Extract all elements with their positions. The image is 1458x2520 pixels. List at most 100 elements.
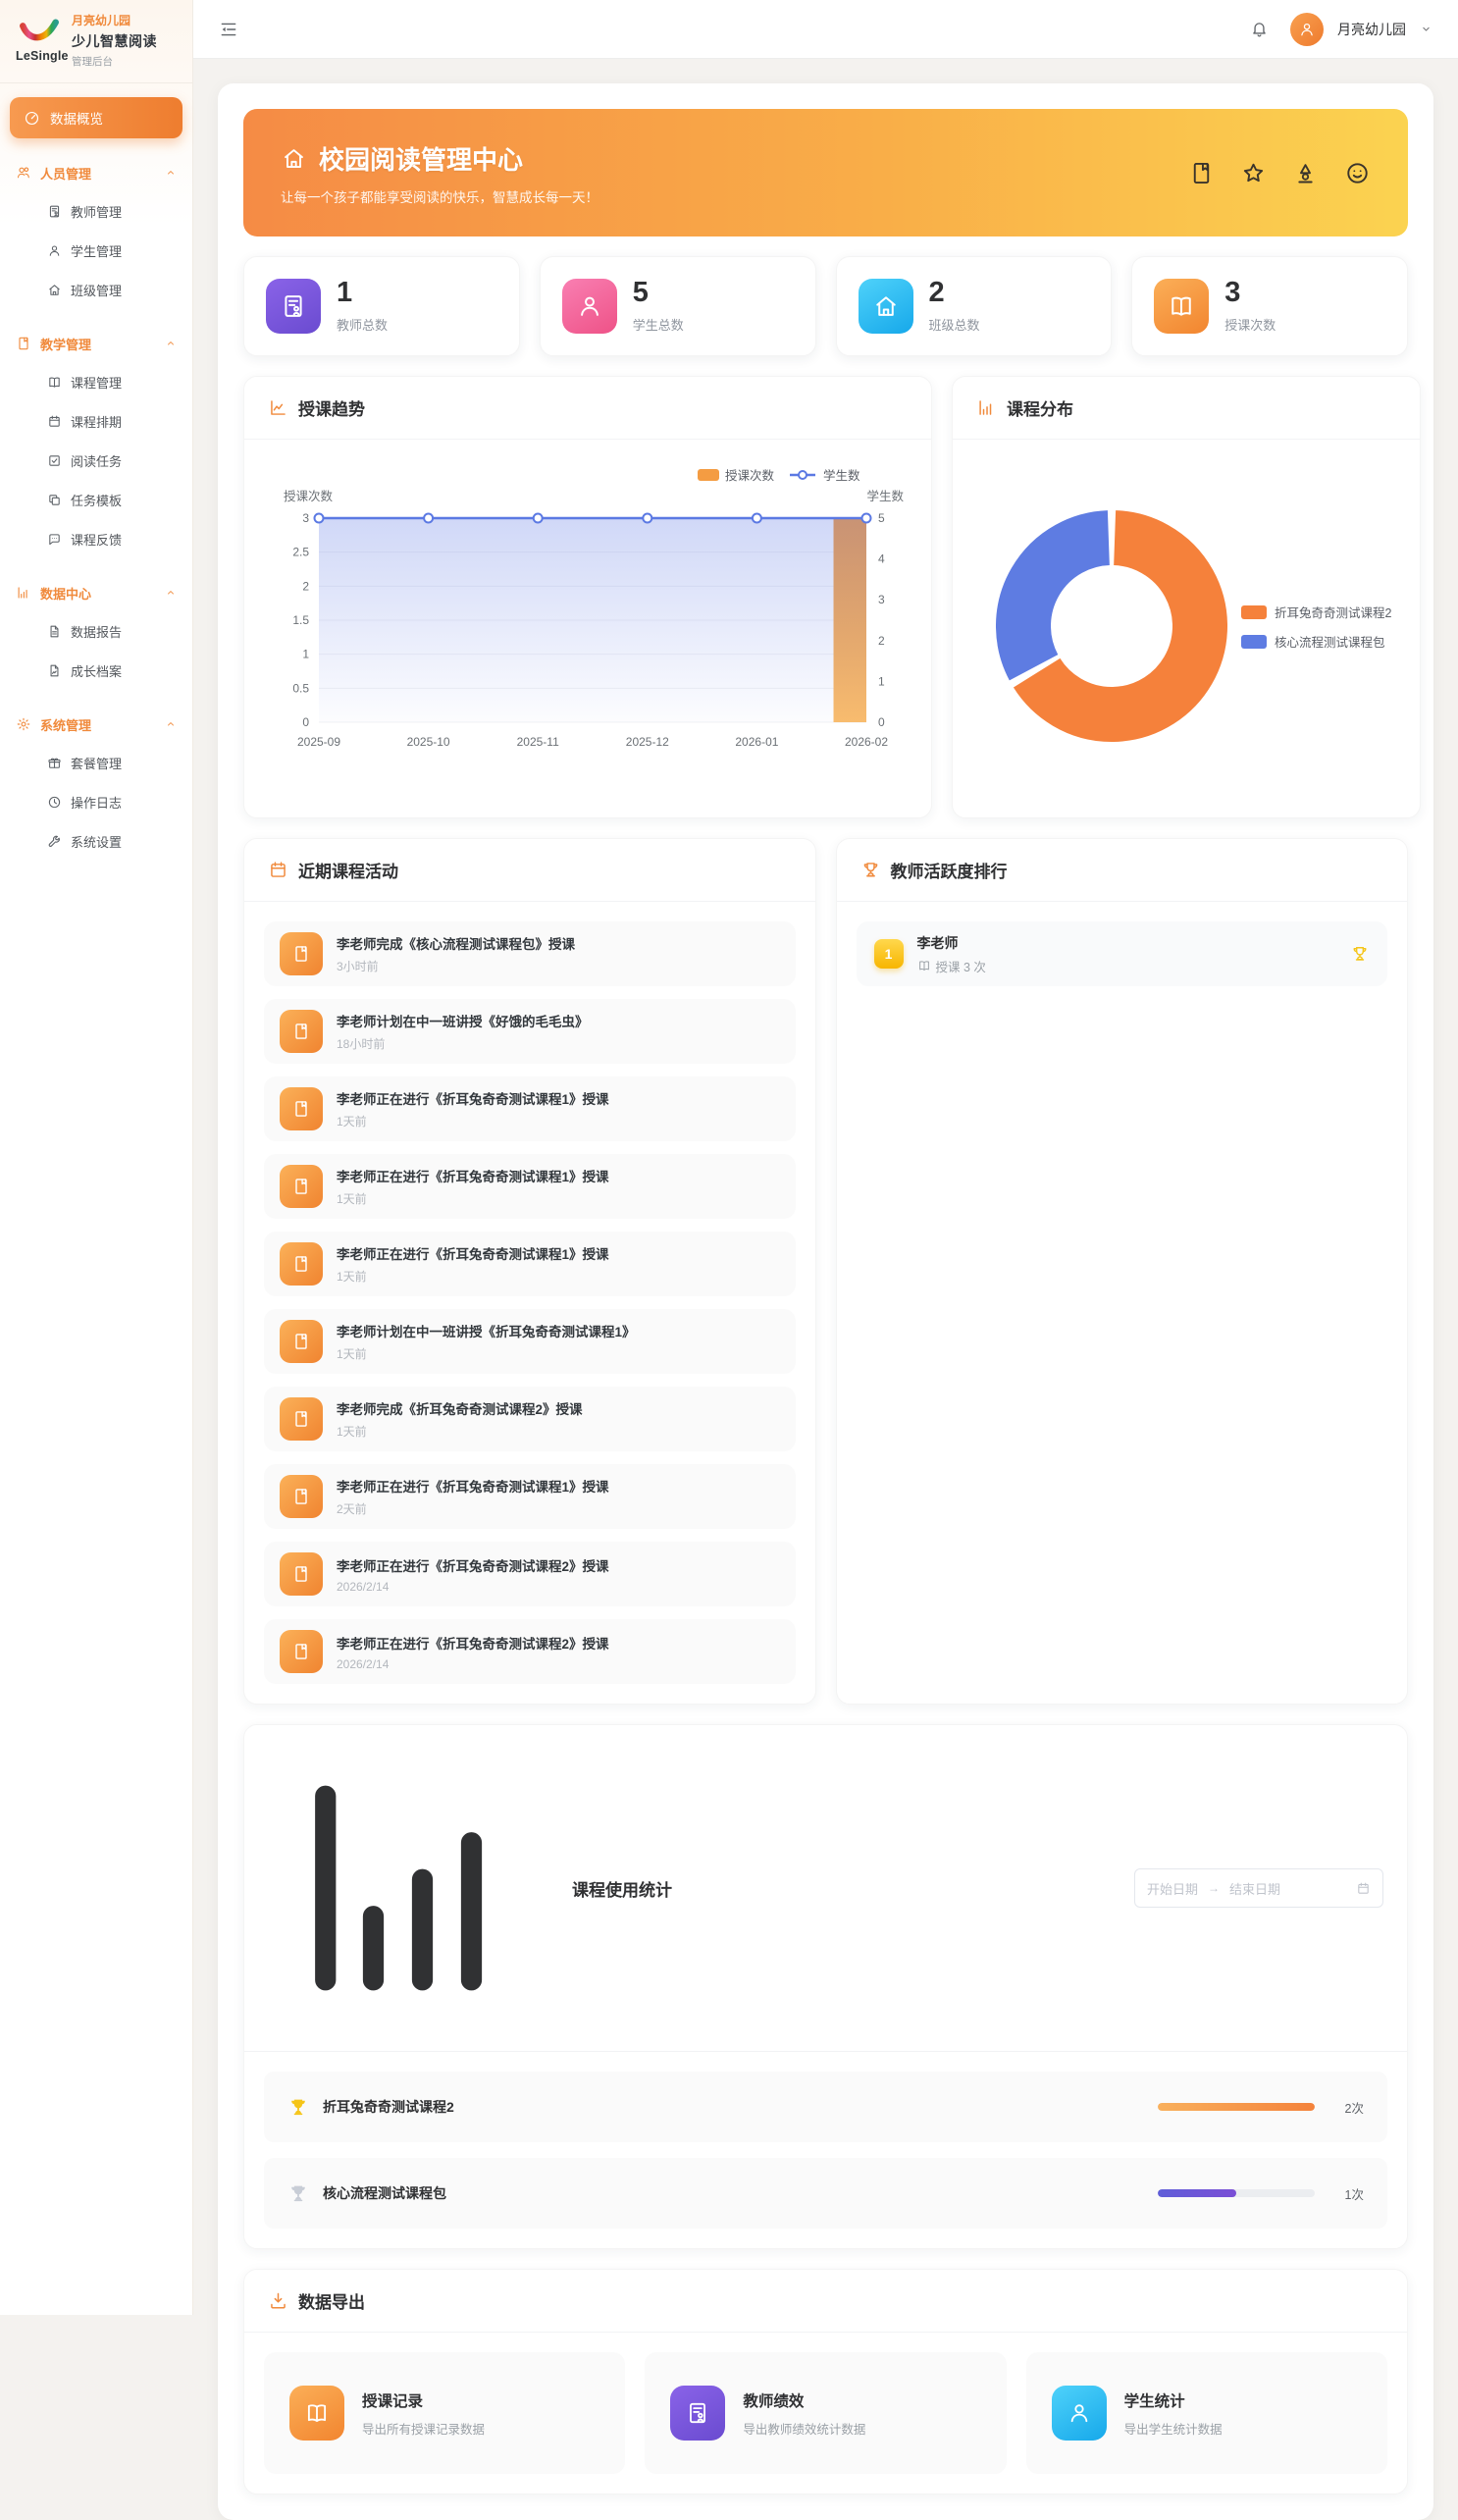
doc-icon: [47, 624, 62, 639]
calendar-icon: [47, 414, 62, 429]
sidebar-item[interactable]: 阅读任务: [10, 441, 182, 480]
sidebar-item-overview[interactable]: 数据概览: [10, 97, 182, 138]
sidebar-item-label: 成长档案: [71, 661, 122, 680]
bar-chart-icon: [16, 585, 31, 601]
svg-text:核心流程测试课程包: 核心流程测试课程包: [1275, 635, 1385, 650]
stat-label: 授课次数: [1224, 315, 1276, 334]
export-title: 教师绩效: [743, 2389, 865, 2411]
user-name[interactable]: 月亮幼儿园: [1337, 20, 1406, 39]
book-open-icon: [304, 2400, 330, 2426]
ranking-list: 1李老师授课 3 次: [837, 902, 1408, 1006]
book-icon: [291, 944, 311, 964]
sidebar-item[interactable]: 成长档案: [10, 651, 182, 690]
activity-item[interactable]: 李老师正在进行《折耳兔奇奇测试课程1》授课2天前: [264, 1464, 796, 1529]
activity-item[interactable]: 李老师正在进行《折耳兔奇奇测试课程2》授课2026/2/14: [264, 1619, 796, 1684]
activity-item[interactable]: 李老师正在进行《折耳兔奇奇测试课程1》授课1天前: [264, 1076, 796, 1141]
export-card[interactable]: 学生统计导出学生统计数据: [1026, 2352, 1387, 2474]
svg-text:学生数: 学生数: [866, 489, 904, 503]
book-icon: [1188, 160, 1215, 186]
usage-rows: 折耳兔奇奇测试课程22次核心流程测试课程包1次: [244, 2052, 1407, 2248]
collapse-sidebar-icon[interactable]: [219, 20, 238, 39]
home-icon: [872, 292, 900, 320]
sidebar-item[interactable]: 学生管理: [10, 231, 182, 270]
activity-item[interactable]: 李老师完成《核心流程测试课程包》授课3小时前: [264, 921, 796, 986]
sidebar-item[interactable]: 班级管理: [10, 270, 182, 309]
stat-label: 学生总数: [633, 315, 684, 334]
sidebar-item[interactable]: 课程反馈: [10, 519, 182, 558]
sidebar-item-label: 教师管理: [71, 202, 122, 221]
svg-text:0: 0: [302, 715, 309, 729]
activity-icon: [280, 1087, 323, 1130]
book-icon: [291, 1332, 311, 1351]
stat-icon: [562, 279, 617, 334]
sidebar-item[interactable]: 操作日志: [10, 782, 182, 821]
sidebar-section-head[interactable]: 人员管理: [10, 154, 182, 191]
export-title: 学生统计: [1124, 2389, 1223, 2411]
brand: LeSingle 月亮幼儿园 少儿智慧阅读 管理后台: [0, 0, 192, 83]
activity-text: 李老师正在进行《折耳兔奇奇测试课程1》授课: [337, 1166, 609, 1185]
sidebar-section-head[interactable]: 教学管理: [10, 325, 182, 362]
activity-time: 1天前: [337, 1113, 609, 1129]
activity-item[interactable]: 李老师正在进行《折耳兔奇奇测试课程1》授课1天前: [264, 1232, 796, 1296]
activity-item[interactable]: 李老师计划在中一班讲授《好饿的毛毛虫》18小时前: [264, 999, 796, 1064]
calendar-icon: [268, 860, 288, 880]
stat-label: 教师总数: [337, 315, 388, 334]
date-range-picker[interactable]: 开始日期 → 结束日期: [1134, 1868, 1383, 1908]
svg-text:授课次数: 授课次数: [725, 468, 775, 483]
id-card-icon: [685, 2400, 710, 2426]
usage-bar-track: [1158, 2103, 1315, 2111]
section-label: 教学管理: [40, 335, 91, 353]
trend-chart-card: 授课趋势 32.521.510.505432102025-092025-1020…: [243, 376, 932, 818]
gift-icon: [47, 756, 62, 770]
stat-icon: [266, 279, 321, 334]
course-name: 折耳兔奇奇测试课程2: [323, 2097, 454, 2117]
sidebar-item[interactable]: 系统设置: [10, 821, 182, 861]
sidebar-section-head[interactable]: 系统管理: [10, 706, 182, 743]
sidebar-item[interactable]: 数据报告: [10, 611, 182, 651]
sidebar-item[interactable]: 任务模板: [10, 480, 182, 519]
sidebar-item-label: 课程反馈: [71, 530, 122, 549]
activity-text: 李老师正在进行《折耳兔奇奇测试课程1》授课: [337, 1243, 609, 1263]
trophy-icon: [1350, 944, 1370, 964]
line-chart-icon: [268, 397, 288, 418]
distribution-chart-card: 课程分布 折耳兔奇奇测试课程2核心流程测试课程包: [952, 376, 1421, 818]
activity-item[interactable]: 李老师完成《折耳兔奇奇测试课程2》授课1天前: [264, 1387, 796, 1451]
gear-icon: [16, 716, 31, 732]
bar-chart-icon: [976, 397, 997, 418]
book-open-icon: [47, 375, 62, 390]
id-card-icon: [47, 204, 62, 219]
bell-icon[interactable]: [1250, 20, 1269, 38]
sidebar-item-label: 数据概览: [50, 108, 103, 128]
sidebar-item[interactable]: 课程排期: [10, 401, 182, 441]
svg-text:2026-02: 2026-02: [845, 735, 888, 749]
avatar[interactable]: [1290, 13, 1324, 46]
person-icon: [1067, 2400, 1092, 2426]
sidebar-item[interactable]: 套餐管理: [10, 743, 182, 782]
activity-text: 李老师正在进行《折耳兔奇奇测试课程1》授课: [337, 1476, 609, 1496]
activity-item[interactable]: 李老师计划在中一班讲授《折耳兔奇奇测试课程1》1天前: [264, 1309, 796, 1374]
activity-icon: [280, 1010, 323, 1053]
card-title: 课程使用统计: [572, 1876, 672, 1901]
svg-text:2026-01: 2026-01: [735, 735, 778, 749]
export-card[interactable]: 教师绩效导出教师绩效统计数据: [645, 2352, 1006, 2474]
activity-time: 18小时前: [337, 1035, 589, 1052]
chevron-down-icon[interactable]: [1420, 23, 1432, 35]
activity-text: 李老师完成《折耳兔奇奇测试课程2》授课: [337, 1398, 583, 1418]
book-icon: [291, 1564, 311, 1584]
export-card[interactable]: 授课记录导出所有授课记录数据: [264, 2352, 625, 2474]
svg-text:3: 3: [878, 593, 885, 606]
sidebar-item[interactable]: 课程管理: [10, 362, 182, 401]
card-title: 课程分布: [1007, 395, 1073, 420]
activity-item[interactable]: 李老师正在进行《折耳兔奇奇测试课程2》授课2026/2/14: [264, 1542, 796, 1606]
id-card-icon: [280, 292, 307, 320]
ranking-item[interactable]: 1李老师授课 3 次: [857, 921, 1388, 986]
sidebar-item[interactable]: 教师管理: [10, 191, 182, 231]
export-icon: [670, 2386, 725, 2441]
activity-time: 1天前: [337, 1190, 609, 1207]
section-label: 系统管理: [40, 715, 91, 734]
trend-chart: 32.521.510.505432102025-092025-102025-11…: [244, 440, 931, 808]
activity-item[interactable]: 李老师正在进行《折耳兔奇奇测试课程1》授课 1天前: [264, 1154, 796, 1219]
svg-text:2: 2: [302, 579, 309, 593]
sidebar-section-head[interactable]: 数据中心: [10, 574, 182, 611]
doc-image-icon: [47, 663, 62, 678]
